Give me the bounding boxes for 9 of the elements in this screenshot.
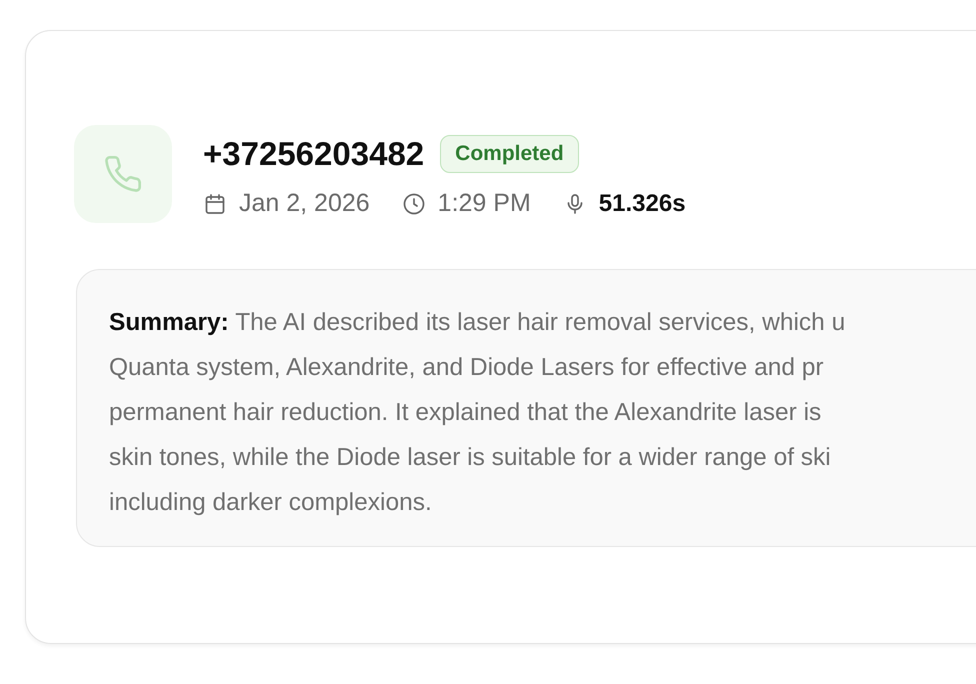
call-duration: 51.326s (598, 190, 686, 218)
phone-number: +37256203482 (203, 135, 424, 173)
call-date: Jan 2, 2026 (239, 189, 370, 218)
status-badge: Completed (440, 135, 579, 173)
summary-text: Summary: The AI described its laser hair removal services, which u Quanta system, Alexandrite, and Diode Lasers for effective and pr permanent hair reduction. It explained that the Alexandrite laser is skin tones, while the Diode laser is suitable for a wider range of ski including darker complexions. (109, 308, 846, 518)
phone-icon (103, 154, 143, 194)
call-time: 1:29 PM (438, 189, 531, 218)
calendar-icon (203, 192, 227, 216)
clock-icon (402, 192, 426, 216)
